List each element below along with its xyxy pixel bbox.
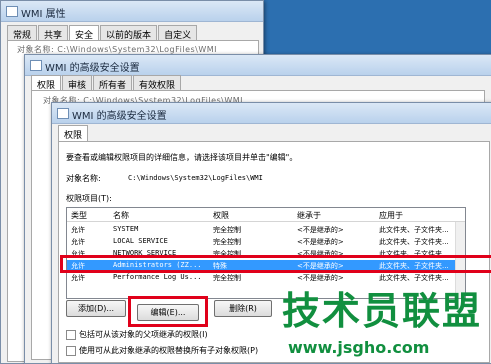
- tab-sharing[interactable]: 共享: [38, 25, 69, 41]
- inherit-permissions-label: 包括可从该对象的父项继承的权限(I): [79, 330, 208, 339]
- watermark-url: www.jsgho.com: [288, 338, 430, 357]
- tab-permissions[interactable]: 权限: [58, 125, 89, 141]
- row-applies-to: 此文件夹、子文件夹...: [379, 274, 449, 282]
- tab-customize[interactable]: 自定义: [158, 25, 198, 41]
- table-row[interactable]: 允许 SYSTEM 完全控制 <不是继承的> 此文件夹、子文件夹...: [67, 224, 465, 235]
- description-text: 要查看或编辑权限项目的详细信息，请选择该项目并单击"编辑"。: [66, 153, 298, 162]
- row-inherited-from: <不是继承的>: [297, 274, 344, 282]
- tab-owner[interactable]: 所有者: [93, 75, 133, 91]
- lock-icon: [30, 60, 42, 71]
- row-name: Performance Log Us...: [113, 273, 202, 281]
- delete-button[interactable]: 删除(R): [214, 300, 272, 317]
- row-permission: 完全控制: [213, 274, 241, 282]
- row-permission: 完全控制: [213, 226, 241, 234]
- window-title: WMI 的高级安全设置: [45, 63, 140, 74]
- folder-icon: [6, 6, 18, 17]
- table-row[interactable]: 允许 Performance Log Us... 完全控制 <不是继承的> 此文…: [67, 272, 465, 283]
- row-type: 允许: [71, 226, 85, 234]
- object-path: C:\Windows\System32\LogFiles\WMI: [128, 174, 263, 182]
- row-inherited-from: <不是继承的>: [297, 238, 344, 246]
- lock-icon: [57, 108, 69, 119]
- row-highlight-box: [60, 255, 491, 273]
- column-inherited-from[interactable]: 继承于: [297, 210, 321, 221]
- watermark-logo: 技术员联盟: [282, 289, 483, 333]
- list-header: 类型 名称 权限 继承于 应用于: [67, 208, 465, 222]
- inherit-permissions-checkbox[interactable]: [66, 330, 76, 340]
- row-name: SYSTEM: [113, 225, 139, 233]
- column-type[interactable]: 类型: [71, 210, 87, 221]
- tab-permissions[interactable]: 权限: [31, 75, 62, 91]
- permission-entries-label: 权限项目(T):: [66, 194, 112, 203]
- row-type: 允许: [71, 274, 85, 282]
- tab-effective-permissions[interactable]: 有效权限: [133, 75, 182, 91]
- wmi-properties-titlebar[interactable]: WMI 属性: [1, 1, 263, 22]
- replace-child-permissions-label: 使用可从此对象继承的权限替换所有子对象权限(P): [79, 346, 259, 355]
- advanced-security-titlebar[interactable]: WMI 的高级安全设置: [25, 55, 491, 76]
- tab-security[interactable]: 安全: [69, 25, 100, 41]
- window-title: WMI 的高级安全设置: [72, 111, 167, 122]
- column-applies-to[interactable]: 应用于: [379, 210, 403, 221]
- row-name: LOCAL SERVICE: [113, 237, 168, 245]
- properties-tabs: 常规 共享 安全 以前的版本 自定义: [7, 25, 198, 41]
- object-name-label: 对象名称:: [66, 174, 101, 183]
- window-title: WMI 属性: [21, 9, 66, 20]
- advanced-tabs: 权限 审核 所有者 有效权限: [31, 75, 182, 91]
- column-permission[interactable]: 权限: [213, 210, 229, 221]
- row-applies-to: 此文件夹、子文件夹...: [379, 226, 449, 234]
- permission-entries-list[interactable]: 类型 名称 权限 继承于 应用于 允许 SYSTEM 完全控制 <不是继承的> …: [66, 207, 466, 299]
- replace-child-permissions-checkbox[interactable]: [66, 346, 76, 356]
- tab-general[interactable]: 常规: [7, 25, 38, 41]
- advanced-security-titlebar[interactable]: WMI 的高级安全设置: [52, 103, 491, 124]
- table-row[interactable]: 允许 LOCAL SERVICE 完全控制 <不是继承的> 此文件夹、子文件夹.…: [67, 236, 465, 247]
- column-name[interactable]: 名称: [113, 210, 129, 221]
- permissions-tabs: 权限: [58, 125, 89, 141]
- row-applies-to: 此文件夹、子文件夹...: [379, 238, 449, 246]
- tab-auditing[interactable]: 审核: [62, 75, 93, 91]
- row-inherited-from: <不是继承的>: [297, 226, 344, 234]
- row-permission: 完全控制: [213, 238, 241, 246]
- tab-previous-versions[interactable]: 以前的版本: [100, 25, 158, 41]
- edit-button-highlight-box: [128, 296, 208, 327]
- add-button[interactable]: 添加(D)...: [66, 300, 126, 317]
- row-type: 允许: [71, 238, 85, 246]
